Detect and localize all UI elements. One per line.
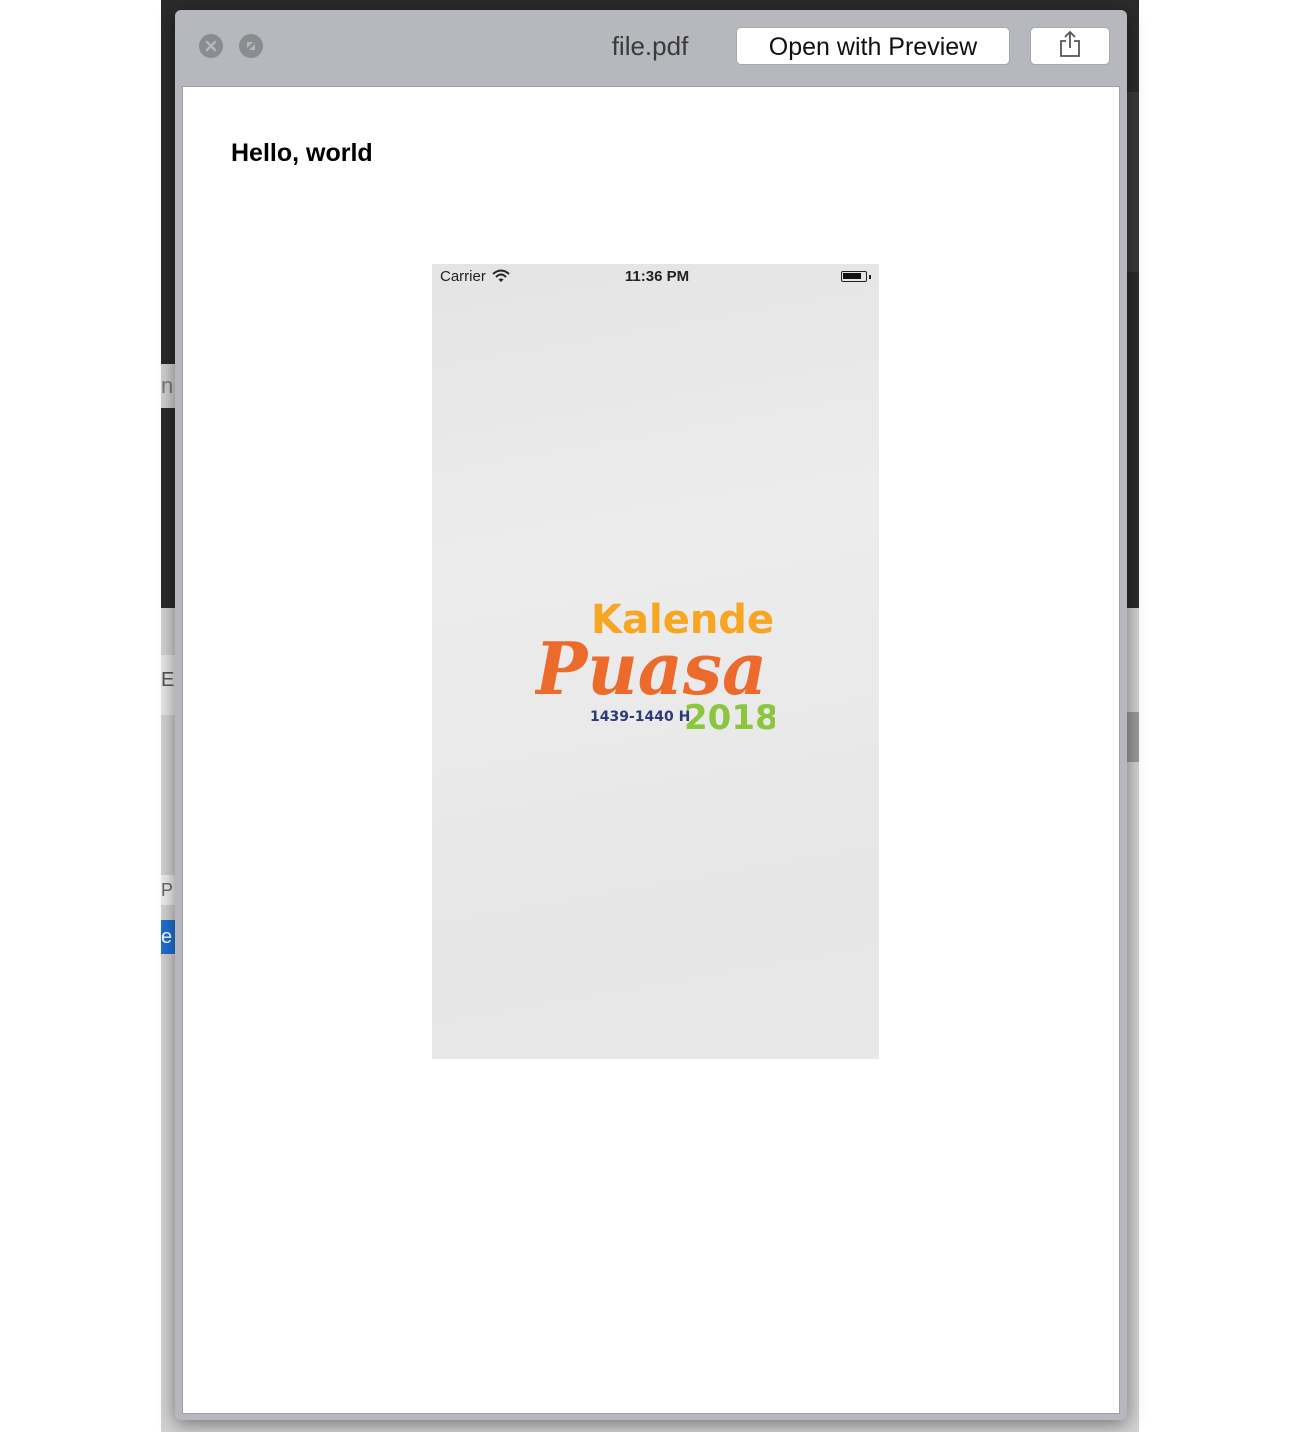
battery-icon <box>841 271 867 282</box>
close-icon[interactable] <box>199 34 223 58</box>
status-bar: Carrier 11:36 PM <box>432 264 879 290</box>
pdf-page: Hello, world Carrier 11:36 PM Kalender P… <box>182 86 1120 1414</box>
logo-hijri: 1439-1440 H <box>590 709 690 725</box>
background-fragment: e <box>161 920 175 954</box>
title-bar: file.pdf Open with Preview <box>175 10 1127 86</box>
battery-tip <box>869 275 871 279</box>
page-heading: Hello, world <box>231 139 373 167</box>
phone-screenshot: Carrier 11:36 PM Kalender Puasa 1439-144… <box>432 264 879 1059</box>
background-app-edge <box>1127 712 1139 762</box>
quick-look-window: file.pdf Open with Preview Hello, world … <box>175 10 1127 1420</box>
share-icon <box>1058 30 1082 63</box>
fullscreen-icon[interactable] <box>239 34 263 58</box>
logo-year: 2018 <box>684 698 775 738</box>
background-fragment: P <box>161 875 175 905</box>
battery-level <box>843 273 861 279</box>
share-button[interactable] <box>1030 27 1110 65</box>
background-fragment: n <box>161 364 175 408</box>
background-app-edge <box>1127 92 1139 272</box>
window-title: file.pdf <box>611 31 689 61</box>
open-with-preview-button[interactable]: Open with Preview <box>736 27 1010 65</box>
status-time: 11:36 PM <box>624 268 690 285</box>
background-fragment: E <box>161 655 175 715</box>
kalender-puasa-logo: Kalender Puasa 1439-1440 H 2018 <box>535 597 775 738</box>
